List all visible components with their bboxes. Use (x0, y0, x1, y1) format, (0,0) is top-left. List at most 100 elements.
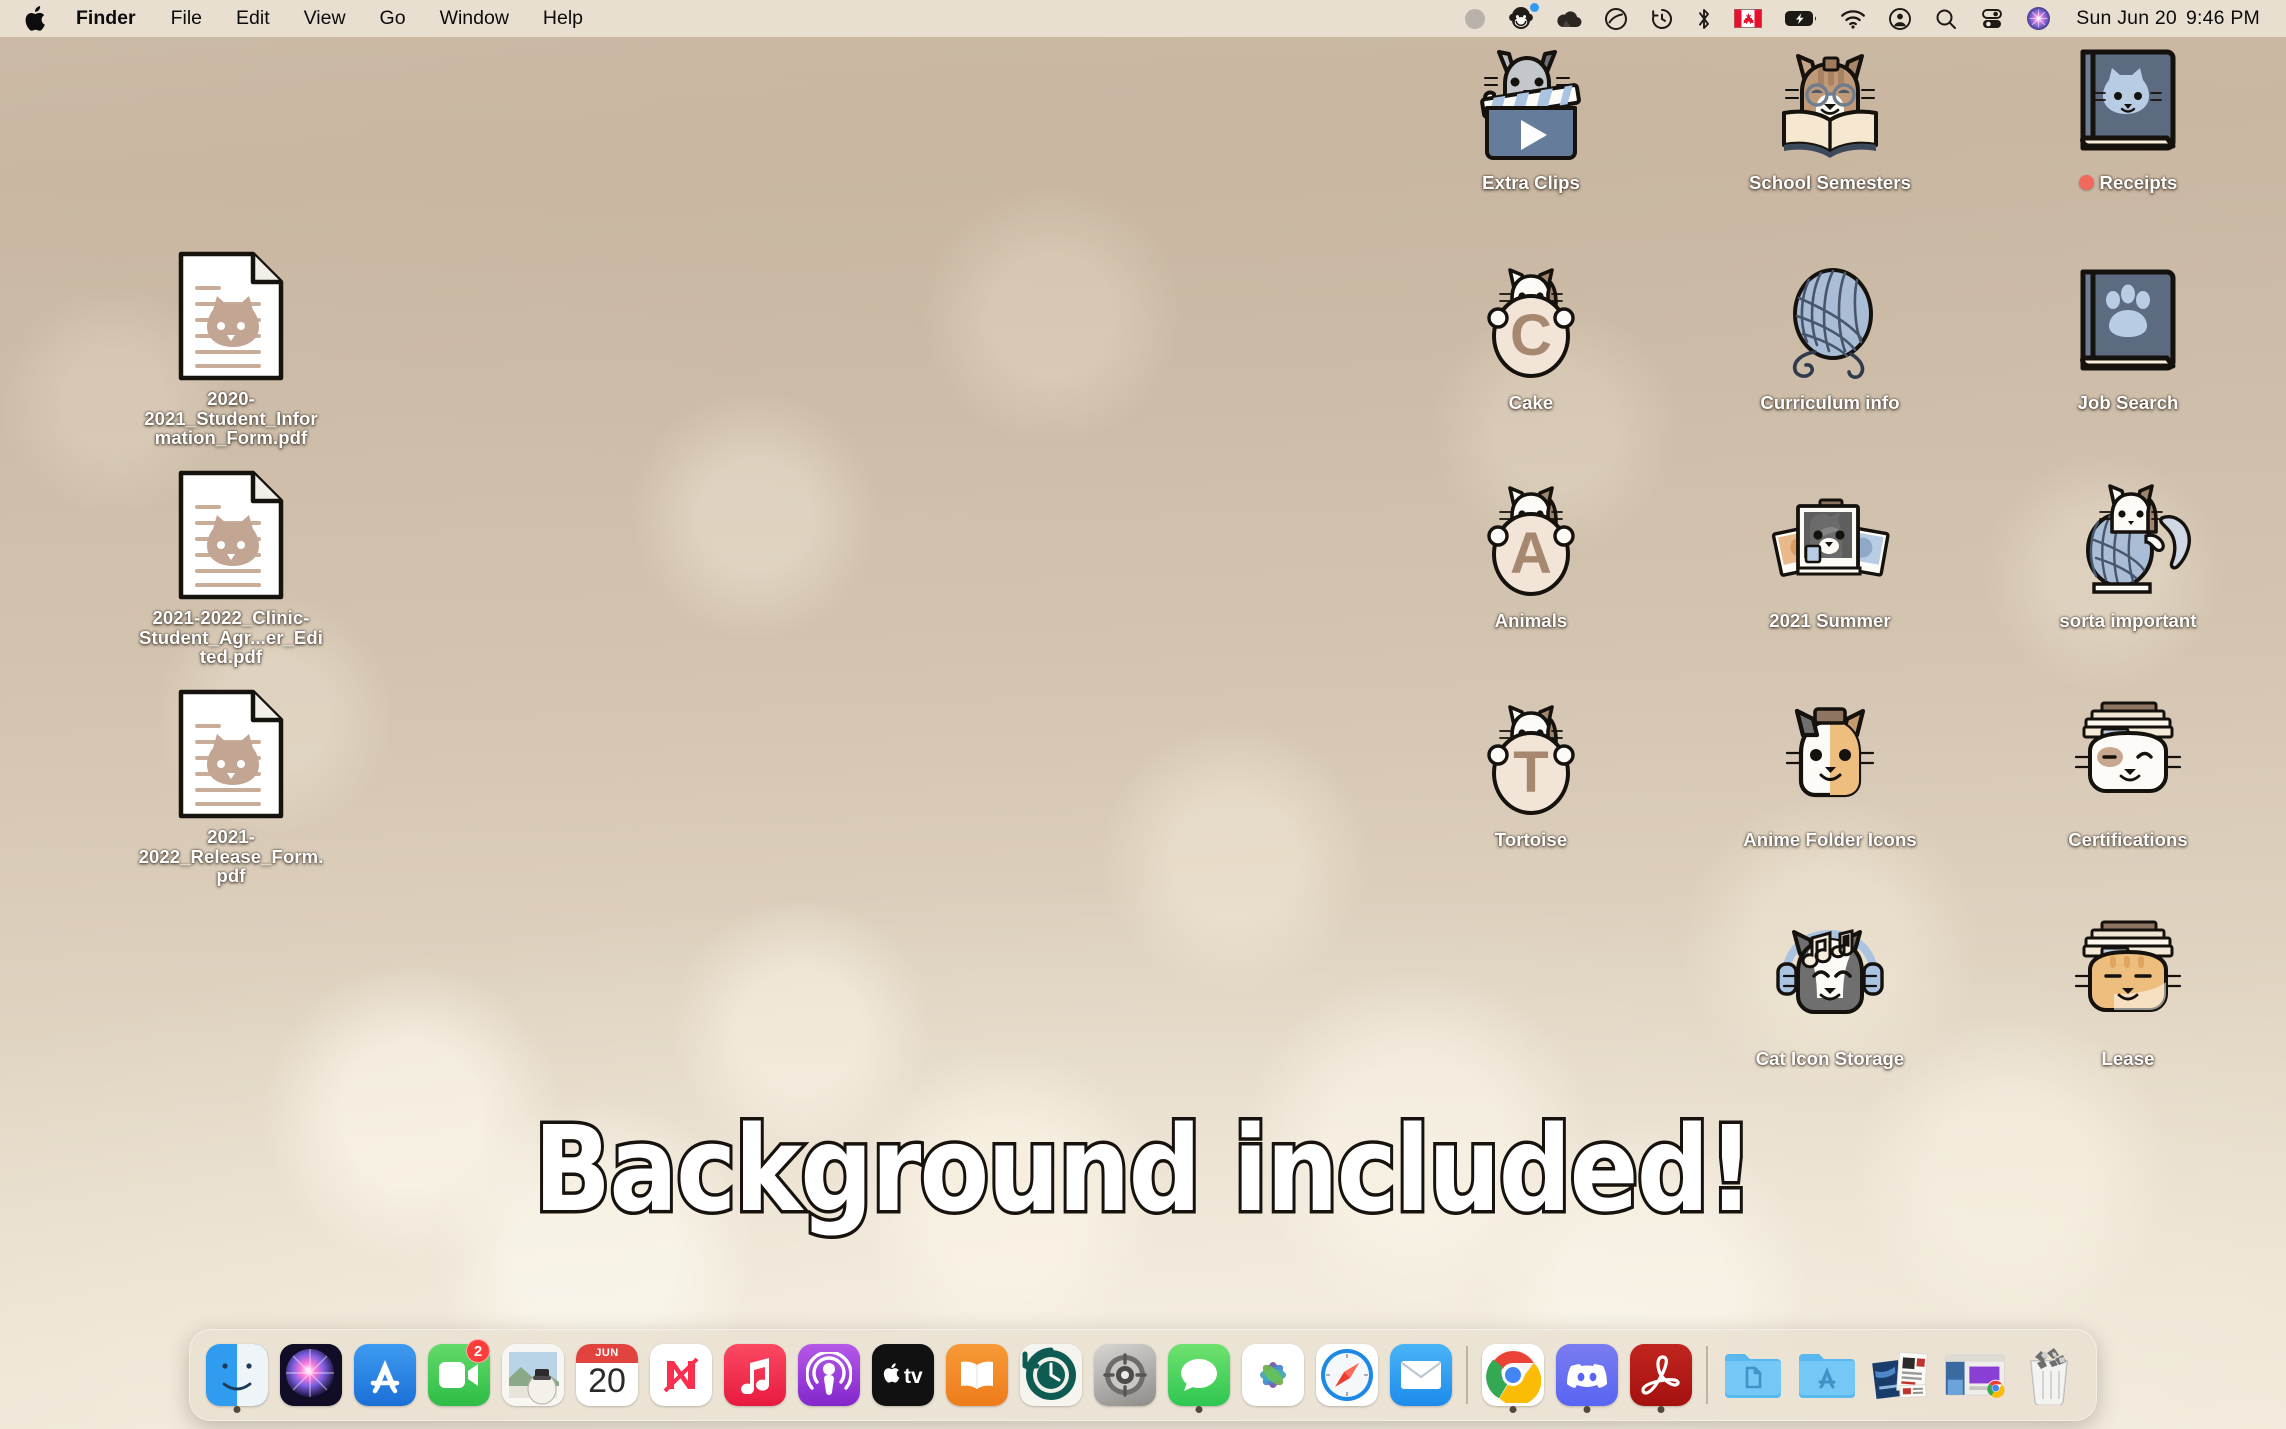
app-store-icon (354, 1344, 416, 1406)
dock-item-podcasts[interactable] (792, 1333, 866, 1417)
battery-charging-icon[interactable] (1773, 0, 1829, 37)
messages-icon (1168, 1344, 1230, 1406)
paw-book-icon (2053, 258, 2203, 386)
dock-item-app-store[interactable] (348, 1333, 422, 1417)
dock-item-documents-folder[interactable] (1716, 1333, 1790, 1417)
spotlight-search-icon[interactable] (1923, 0, 1969, 37)
time-machine-icon (1020, 1344, 1082, 1406)
user-account-icon[interactable] (1877, 0, 1923, 37)
dock-item-minimized-chrome-window[interactable] (1938, 1333, 2012, 1417)
news-icon (650, 1344, 712, 1406)
wifi-icon[interactable] (1829, 0, 1877, 37)
desktop-folder-label: Extra Clips (1482, 172, 1580, 193)
apple-tv-icon: tv (872, 1344, 934, 1406)
desktop-folder-certifications[interactable]: Certifications (2033, 695, 2223, 850)
desktop-folder-label: Tortoise (1494, 829, 1568, 850)
photos-icon (1242, 1344, 1304, 1406)
facetime-badge: 2 (466, 1339, 490, 1363)
desktop-folder-receipts[interactable]: Receipts (2033, 38, 2223, 193)
dock-separator (1466, 1346, 1468, 1404)
onedrive-cloud-icon[interactable] (1545, 0, 1593, 37)
red-tag-dot-icon (2078, 175, 2094, 190)
dock-item-messages[interactable] (1162, 1333, 1236, 1417)
gray-circle-icon[interactable] (1453, 0, 1497, 37)
svg-text:C: C (1510, 303, 1552, 368)
menu-item-file[interactable]: File (154, 0, 219, 37)
pdf-cat-document-icon (171, 689, 291, 820)
dock-item-downloads-stack[interactable] (1864, 1333, 1938, 1417)
grammarly-icon[interactable] (1593, 0, 1639, 37)
dock-item-google-chrome[interactable] (1476, 1333, 1550, 1417)
canada-flag-input-icon[interactable] (1723, 0, 1773, 37)
dock-item-adobe-acrobat[interactable] (1624, 1333, 1698, 1417)
siri-icon[interactable] (2015, 0, 2062, 37)
menu-item-edit[interactable]: Edit (219, 0, 287, 37)
desktop-folder-label: School Semesters (1748, 172, 1911, 193)
desktop-folder-label: Certifications (2068, 829, 2188, 850)
desktop-file-clinic-student-agreement[interactable]: 2021-2022_Clinic- Student_Agr...er_Edite… (136, 470, 326, 667)
desktop-folder-cake[interactable]: C Cake (1436, 258, 1626, 413)
dock-item-finder[interactable] (200, 1333, 274, 1417)
desktop-folder-curriculum-info[interactable]: Curriculum info (1735, 258, 1925, 413)
desktop-folder-anime-folder-icons[interactable]: Anime Folder Icons (1735, 695, 1925, 850)
desktop-folder-extra-clips[interactable]: Extra Clips (1436, 38, 1626, 193)
yarn-ball-icon (1755, 258, 1905, 386)
downloads-stack-icon (1870, 1344, 1932, 1406)
desktop-file-student-information-form[interactable]: 2020-2021_Student_Infor mation_Form.pdf (136, 251, 326, 448)
dock-item-mail[interactable] (1384, 1333, 1458, 1417)
time-machine-icon[interactable] (1639, 0, 1685, 37)
menu-item-help[interactable]: Help (526, 0, 600, 37)
menu-bar-clock[interactable]: Sun Jun 20 9:46 PM (2062, 7, 2270, 30)
dock-item-time-machine[interactable] (1014, 1333, 1088, 1417)
music-icon (724, 1344, 786, 1406)
pdf-cat-document-icon (171, 251, 291, 382)
apple-logo-icon (25, 5, 45, 31)
desktop-file-release-form[interactable]: 2021-2022_Release_Form. pdf (136, 689, 326, 886)
cat-clapperboard-icon (1456, 38, 1606, 166)
desktop-folder-tortoise[interactable]: T Tortoise (1436, 695, 1626, 850)
dock-item-books[interactable] (940, 1333, 1014, 1417)
desktop-folder-animals[interactable]: A Animals (1436, 476, 1626, 631)
dock-separator (1706, 1346, 1708, 1404)
desktop-folder-school-semesters[interactable]: School Semesters (1735, 38, 1925, 193)
cat-letter-c-icon: C (1456, 258, 1606, 386)
desktop-folder-label-text: Receipts (2099, 172, 2178, 193)
dock-item-apple-tv[interactable]: tv (866, 1333, 940, 1417)
mail-icon (1390, 1344, 1452, 1406)
dock-item-siri[interactable] (274, 1333, 348, 1417)
menu-item-view[interactable]: View (287, 0, 363, 37)
dock-item-news[interactable] (644, 1333, 718, 1417)
dock-item-music[interactable] (718, 1333, 792, 1417)
finder-icon (206, 1344, 268, 1406)
bluetooth-icon[interactable] (1685, 0, 1723, 37)
dock-item-facetime[interactable]: 2 (422, 1333, 496, 1417)
apple-menu[interactable] (22, 0, 62, 37)
safari-icon (1316, 1344, 1378, 1406)
monkey-app-icon[interactable] (1497, 0, 1545, 37)
desktop-folder-job-search[interactable]: Job Search (2033, 258, 2223, 413)
svg-text:T: T (1513, 740, 1548, 805)
documents-folder-icon (1722, 1344, 1784, 1406)
control-center-icon[interactable] (1969, 0, 2015, 37)
dock-item-system-preferences[interactable] (1088, 1333, 1162, 1417)
dock-item-safari[interactable] (1310, 1333, 1384, 1417)
dock-item-discord[interactable] (1550, 1333, 1624, 1417)
desktop-folder-2021-summer[interactable]: 2021 Summer (1735, 476, 1925, 631)
dock[interactable]: 2 JUN 20 tv (189, 1329, 2097, 1421)
menu-item-go[interactable]: Go (363, 0, 423, 37)
dock-item-photos[interactable] (1236, 1333, 1310, 1417)
desktop-folder-cat-icon-storage[interactable]: Cat Icon Storage (1735, 914, 1925, 1069)
running-indicator (1195, 1406, 1203, 1413)
menu-item-window[interactable]: Window (423, 0, 526, 37)
dock-item-applications-folder[interactable] (1790, 1333, 1864, 1417)
cat-letter-a-icon: A (1456, 476, 1606, 604)
dock-item-preview[interactable] (496, 1333, 570, 1417)
desktop-folder-label: Cat Icon Storage (1755, 1048, 1905, 1069)
desktop-folder-sorta-important[interactable]: sorta important (2033, 476, 2223, 631)
menu-item-finder[interactable]: Finder (62, 0, 154, 37)
dock-item-trash[interactable] (2012, 1333, 2086, 1417)
dock-item-calendar[interactable]: JUN 20 (570, 1333, 644, 1417)
desktop[interactable]: Finder File Edit View Go Window Help Sun… (0, 0, 2286, 1429)
desktop-folder-lease[interactable]: Lease (2033, 914, 2223, 1069)
desktop-folder-label: Anime Folder Icons (1743, 829, 1917, 850)
